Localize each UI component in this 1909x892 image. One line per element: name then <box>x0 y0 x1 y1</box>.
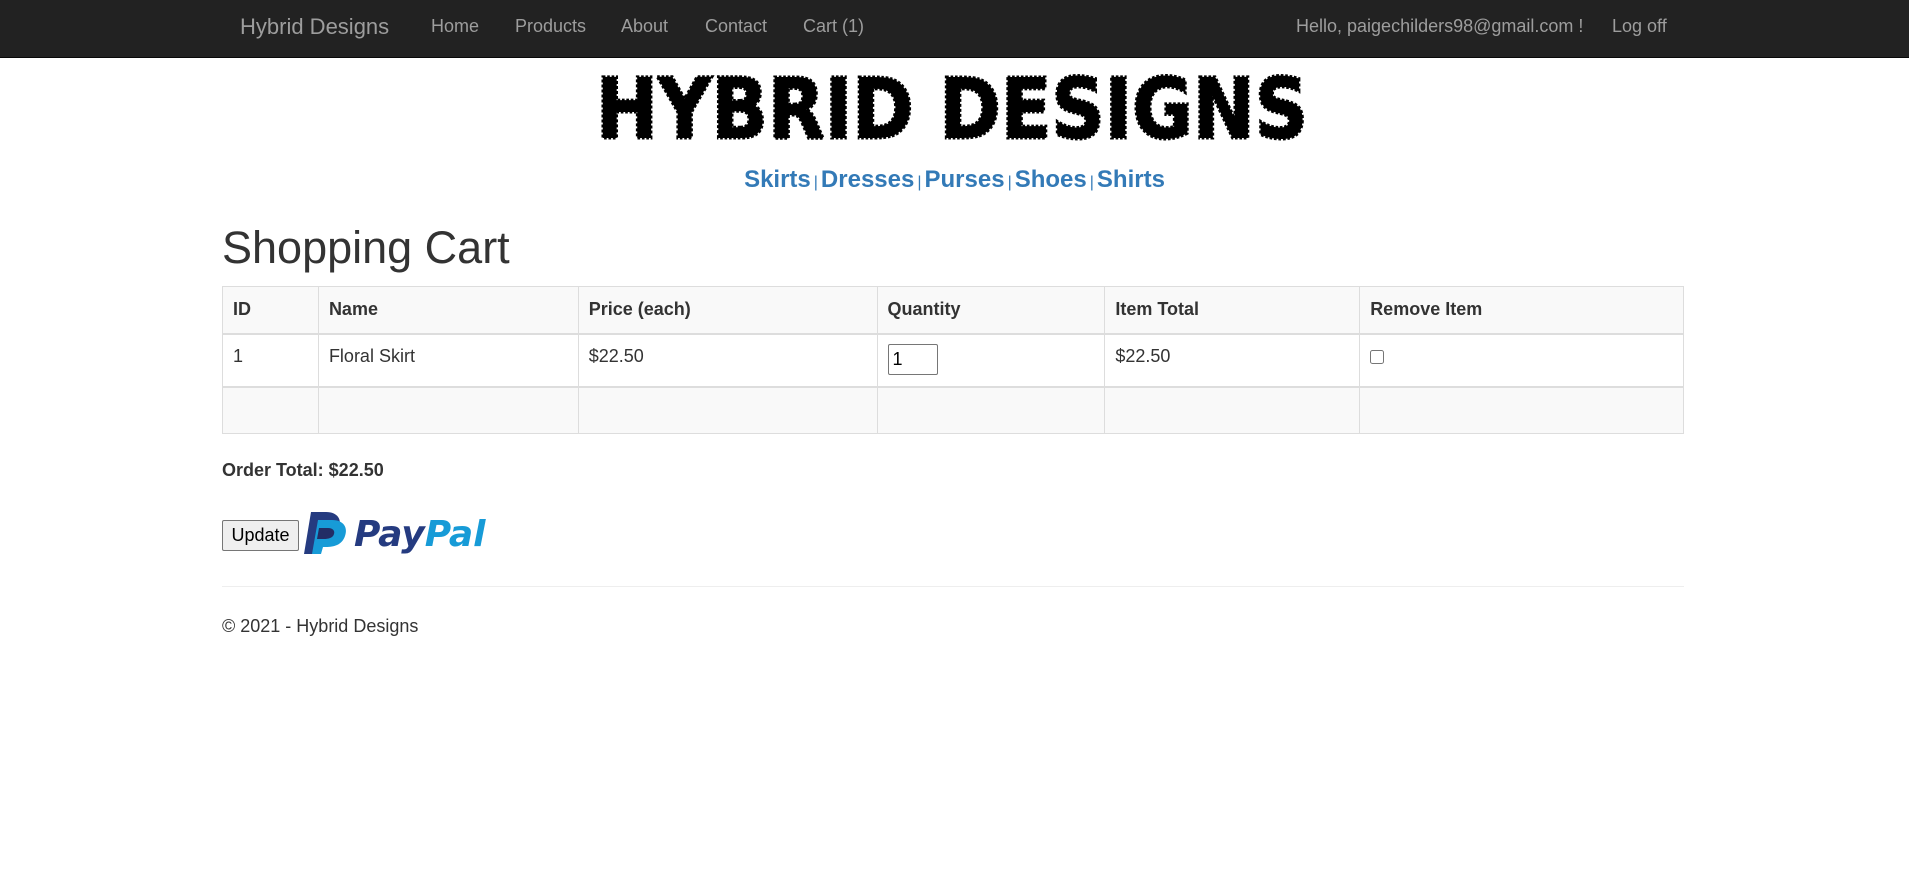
nav-contact-link[interactable]: Contact <box>705 16 767 37</box>
nav-products-link[interactable]: Products <box>515 16 586 37</box>
footer-divider <box>222 586 1684 587</box>
category-separator: | <box>1089 174 1094 191</box>
cell-name: Floral Skirt <box>317 333 579 387</box>
nav-about-link[interactable]: About <box>621 16 668 37</box>
empty-cell <box>1104 386 1361 434</box>
cell-remove <box>1359 333 1684 387</box>
footer-text: © 2021 - Hybrid Designs <box>222 616 419 636</box>
cell-price: $22.50 <box>577 333 878 387</box>
category-skirts-link[interactable]: Skirts <box>744 166 811 193</box>
paypal-icon <box>304 512 346 554</box>
header-name: Name <box>317 286 579 335</box>
quantity-input[interactable] <box>887 343 938 375</box>
category-shoes-link[interactable]: Shoes <box>1015 166 1087 193</box>
header-id: ID <box>222 286 319 335</box>
nav-cart-link[interactable]: Cart (1) <box>803 16 864 37</box>
table-footer-row <box>222 386 1684 434</box>
empty-cell <box>317 386 579 434</box>
header-item-total: Item Total <box>1104 286 1361 335</box>
logoff-link[interactable]: Log off <box>1612 16 1667 37</box>
empty-cell <box>1359 386 1684 434</box>
category-shirts-link[interactable]: Shirts <box>1097 166 1165 193</box>
category-separator: | <box>1007 174 1012 191</box>
header-remove-item: Remove Item <box>1359 286 1684 335</box>
hybrid-designs-logo: HYBRID DESIGNS <box>595 62 1310 146</box>
header-quantity: Quantity <box>876 286 1106 335</box>
update-button[interactable]: Update <box>222 520 299 551</box>
brand-link[interactable]: Hybrid Designs <box>240 14 389 40</box>
category-dresses-link[interactable]: Dresses <box>821 166 914 193</box>
cell-item-total: $22.50 <box>1104 333 1361 387</box>
paypal-wordmark: PayPal <box>354 514 486 555</box>
user-greeting-link[interactable]: Hello, paigechilders98@gmail.com ! <box>1296 16 1583 37</box>
table-row: 1 Floral Skirt $22.50 $22.50 <box>222 333 1684 387</box>
category-nav: Skirts | Dresses | Purses | Shoes | Shirts <box>0 166 1909 194</box>
cell-id: 1 <box>222 333 319 387</box>
nav-home-link[interactable]: Home <box>431 16 479 37</box>
paypal-button[interactable]: PayPal <box>298 508 488 556</box>
category-purses-link[interactable]: Purses <box>925 166 1005 193</box>
cell-quantity <box>876 333 1106 387</box>
empty-cell <box>876 386 1106 434</box>
header-price: Price (each) <box>577 286 878 335</box>
remove-item-checkbox[interactable] <box>1370 349 1385 364</box>
category-separator: | <box>813 174 818 191</box>
empty-cell <box>222 386 319 434</box>
svg-text:HYBRID DESIGNS: HYBRID DESIGNS <box>596 62 1308 146</box>
page-title: Shopping Cart <box>222 222 510 273</box>
cart-table: ID Name Price (each) Quantity Item Total… <box>222 286 1684 434</box>
cart-header-row: ID Name Price (each) Quantity Item Total… <box>222 286 1684 335</box>
category-separator: | <box>917 174 922 191</box>
order-total: Order Total: $22.50 <box>222 460 384 480</box>
top-navbar: Hybrid Designs Home Products About Conta… <box>0 0 1909 58</box>
empty-cell <box>577 386 878 434</box>
